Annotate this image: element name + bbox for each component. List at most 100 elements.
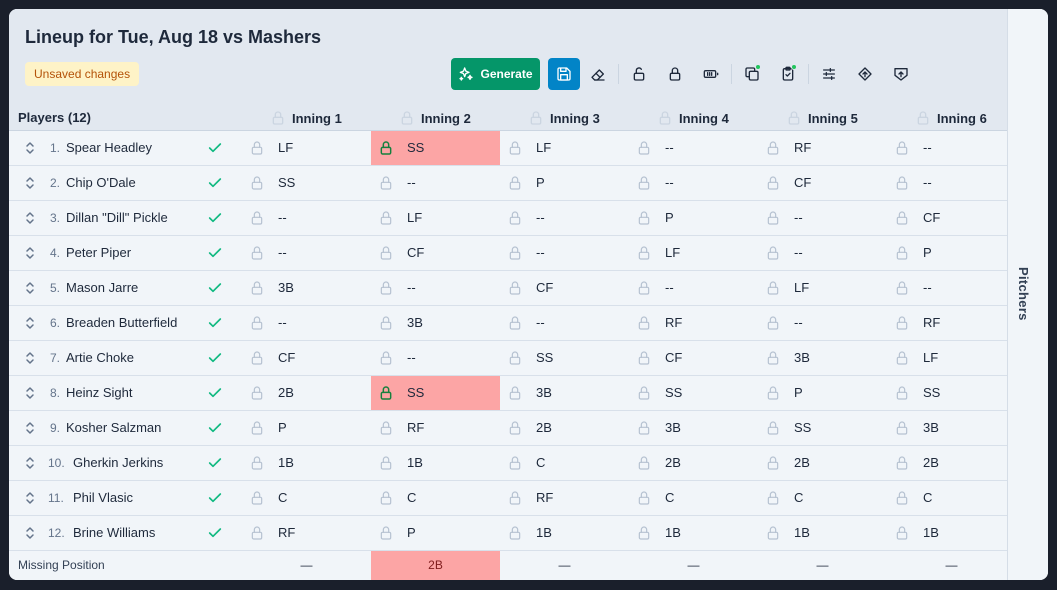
lock-icon[interactable]	[378, 455, 394, 471]
position-value[interactable]: SS	[407, 385, 424, 400]
lock-icon[interactable]	[378, 525, 394, 541]
position-value[interactable]: 1B	[923, 525, 939, 540]
lock-icon[interactable]	[507, 175, 523, 191]
position-cell[interactable]: 2B	[758, 446, 887, 480]
position-value[interactable]: --	[407, 350, 416, 365]
position-cell[interactable]: 3B	[371, 306, 500, 340]
position-value[interactable]: --	[536, 210, 545, 225]
position-cell[interactable]: RF	[242, 516, 371, 550]
position-value[interactable]: 3B	[536, 385, 552, 400]
position-cell[interactable]: --	[629, 131, 758, 165]
position-cell[interactable]: --	[629, 271, 758, 305]
position-value[interactable]: RF	[407, 420, 424, 435]
lock-icon[interactable]	[636, 315, 652, 331]
position-cell[interactable]: CF	[887, 201, 1016, 235]
position-value[interactable]: RF	[923, 315, 940, 330]
position-cell[interactable]: RF	[887, 306, 1016, 340]
lock-icon[interactable]	[765, 245, 781, 261]
lock-icon[interactable]	[894, 280, 910, 296]
position-value[interactable]: --	[923, 140, 932, 155]
position-cell[interactable]: RF	[629, 306, 758, 340]
position-cell[interactable]: --	[500, 201, 629, 235]
position-value[interactable]: 3B	[665, 420, 681, 435]
position-value[interactable]: 1B	[665, 525, 681, 540]
lock-icon[interactable]	[765, 350, 781, 366]
lock-icon[interactable]	[765, 490, 781, 506]
position-value[interactable]: CF	[536, 280, 553, 295]
generate-button[interactable]: Generate	[451, 58, 540, 90]
inning-header[interactable]: Inning 4	[657, 110, 729, 126]
position-cell[interactable]: P	[629, 201, 758, 235]
position-value[interactable]: RF	[536, 490, 553, 505]
lock-icon[interactable]	[528, 110, 544, 126]
position-value[interactable]: --	[278, 210, 287, 225]
lock-icon[interactable]	[249, 385, 265, 401]
lock-icon[interactable]	[249, 245, 265, 261]
position-cell[interactable]: 2B	[887, 446, 1016, 480]
position-cell[interactable]: --	[758, 306, 887, 340]
position-cell[interactable]: --	[629, 166, 758, 200]
lock-icon[interactable]	[894, 385, 910, 401]
position-value[interactable]: RF	[794, 140, 811, 155]
position-value[interactable]: --	[923, 280, 932, 295]
drag-handle-icon[interactable]	[24, 211, 36, 225]
lock-icon[interactable]	[378, 385, 394, 401]
lock-icon[interactable]	[507, 280, 523, 296]
position-cell[interactable]: --	[242, 306, 371, 340]
position-cell[interactable]: LF	[887, 341, 1016, 375]
position-cell[interactable]: CF	[629, 341, 758, 375]
position-value[interactable]: LF	[278, 140, 293, 155]
position-value[interactable]: SS	[794, 420, 811, 435]
position-value[interactable]: C	[536, 455, 545, 470]
drag-handle-icon[interactable]	[24, 246, 36, 260]
lock-icon[interactable]	[507, 490, 523, 506]
lock-icon[interactable]	[657, 110, 673, 126]
position-value[interactable]: 2B	[923, 455, 939, 470]
drag-handle-icon[interactable]	[24, 491, 36, 505]
position-value[interactable]: --	[536, 315, 545, 330]
lock-icon[interactable]	[894, 420, 910, 436]
position-cell[interactable]: --	[371, 166, 500, 200]
lock-icon[interactable]	[894, 140, 910, 156]
position-cell[interactable]: 1B	[371, 446, 500, 480]
lock-icon[interactable]	[507, 350, 523, 366]
lock-icon[interactable]	[249, 210, 265, 226]
position-cell[interactable]: RF	[371, 411, 500, 445]
inning-header[interactable]: Inning 6	[915, 110, 987, 126]
lock-icon[interactable]	[378, 420, 394, 436]
lock-icon[interactable]	[507, 210, 523, 226]
position-value[interactable]: 2B	[278, 385, 294, 400]
drag-handle-icon[interactable]	[24, 526, 36, 540]
position-cell[interactable]: SS	[758, 411, 887, 445]
lock-icon[interactable]	[249, 140, 265, 156]
lock-icon[interactable]	[249, 280, 265, 296]
position-cell[interactable]: C	[887, 481, 1016, 515]
lock-icon[interactable]	[765, 140, 781, 156]
position-value[interactable]: CF	[794, 175, 811, 190]
lock-icon[interactable]	[270, 110, 286, 126]
position-value[interactable]: CF	[923, 210, 940, 225]
position-cell[interactable]: 2B	[629, 446, 758, 480]
position-cell[interactable]: C	[371, 481, 500, 515]
lock-icon[interactable]	[765, 175, 781, 191]
position-cell[interactable]: LF	[758, 271, 887, 305]
lock-icon[interactable]	[636, 420, 652, 436]
position-cell[interactable]: --	[758, 201, 887, 235]
lock-icon[interactable]	[894, 245, 910, 261]
position-cell[interactable]: 1B	[887, 516, 1016, 550]
position-cell[interactable]: P	[758, 376, 887, 410]
lock-icon[interactable]	[507, 315, 523, 331]
lock-icon[interactable]	[636, 525, 652, 541]
position-cell[interactable]: --	[887, 166, 1016, 200]
lock-icon[interactable]	[786, 110, 802, 126]
position-cell[interactable]: C	[242, 481, 371, 515]
lock-icon[interactable]	[765, 525, 781, 541]
lock-icon[interactable]	[765, 280, 781, 296]
position-value[interactable]: 2B	[665, 455, 681, 470]
lock-icon[interactable]	[636, 490, 652, 506]
inning-header[interactable]: Inning 1	[270, 110, 342, 126]
position-cell[interactable]: CF	[371, 236, 500, 270]
drag-handle-icon[interactable]	[24, 421, 36, 435]
position-cell[interactable]: P	[371, 516, 500, 550]
drag-handle-icon[interactable]	[24, 456, 36, 470]
